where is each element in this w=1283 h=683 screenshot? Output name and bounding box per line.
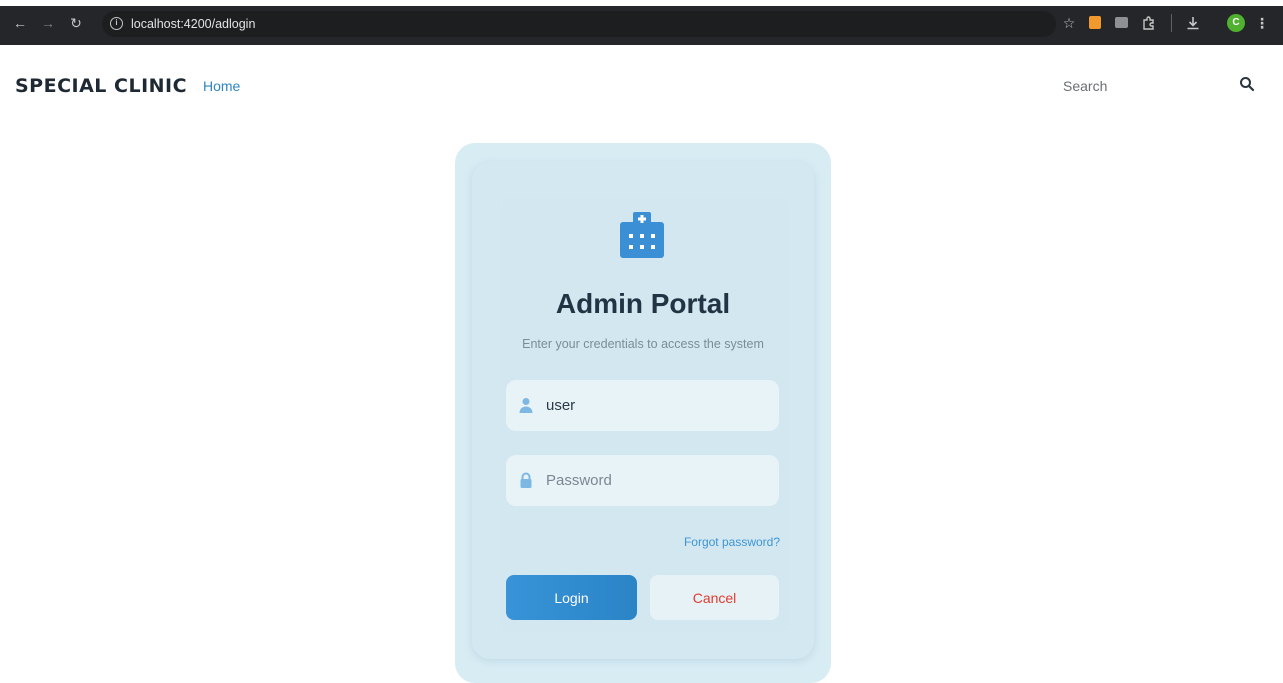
username-field[interactable] <box>506 380 779 431</box>
window-top-strip <box>0 0 1283 6</box>
hospital-icon <box>620 212 664 258</box>
extension-orange-icon[interactable] <box>1089 16 1101 29</box>
browser-menu-icon[interactable]: ⋮ <box>1255 12 1269 34</box>
profile-avatar[interactable]: C <box>1227 14 1245 32</box>
cancel-button[interactable]: Cancel <box>650 575 779 620</box>
user-icon <box>519 398 533 413</box>
login-title: Admin Portal <box>555 288 731 319</box>
login-button[interactable]: Login <box>506 575 637 620</box>
login-subtitle: Enter your credentials to access the sys… <box>522 337 764 351</box>
forgot-password-link[interactable]: Forgot password? <box>640 535 780 549</box>
site-info-icon[interactable]: i <box>110 17 123 30</box>
address-url[interactable]: localhost:4200/adlogin <box>131 11 255 37</box>
brand-title[interactable]: SPECIAL CLINIC <box>15 75 187 97</box>
reload-icon[interactable]: ↻ <box>66 11 86 35</box>
password-field[interactable] <box>506 455 779 506</box>
search-icon <box>1240 76 1255 91</box>
toolbar-divider <box>1171 14 1172 32</box>
site-navbar: SPECIAL CLINIC Home <box>0 45 1283 125</box>
nav-home-link[interactable]: Home <box>203 78 240 94</box>
extension-gray-icon[interactable] <box>1115 17 1128 28</box>
address-bar[interactable]: i localhost:4200/adlogin <box>102 11 1056 37</box>
search-input[interactable] <box>1063 73 1203 99</box>
browser-toolbar: ← → ↻ i localhost:4200/adlogin ☆ C ⋮ <box>0 0 1283 45</box>
extensions-puzzle-icon[interactable] <box>1140 12 1158 34</box>
search-button[interactable] <box>1236 74 1258 96</box>
username-input[interactable] <box>546 380 771 431</box>
lock-icon <box>520 472 532 488</box>
bookmark-star-icon[interactable]: ☆ <box>1060 12 1078 34</box>
forward-arrow-icon[interactable]: → <box>38 11 58 35</box>
download-icon[interactable] <box>1184 12 1202 34</box>
password-input[interactable] <box>546 455 771 506</box>
back-arrow-icon[interactable]: ← <box>10 11 30 35</box>
